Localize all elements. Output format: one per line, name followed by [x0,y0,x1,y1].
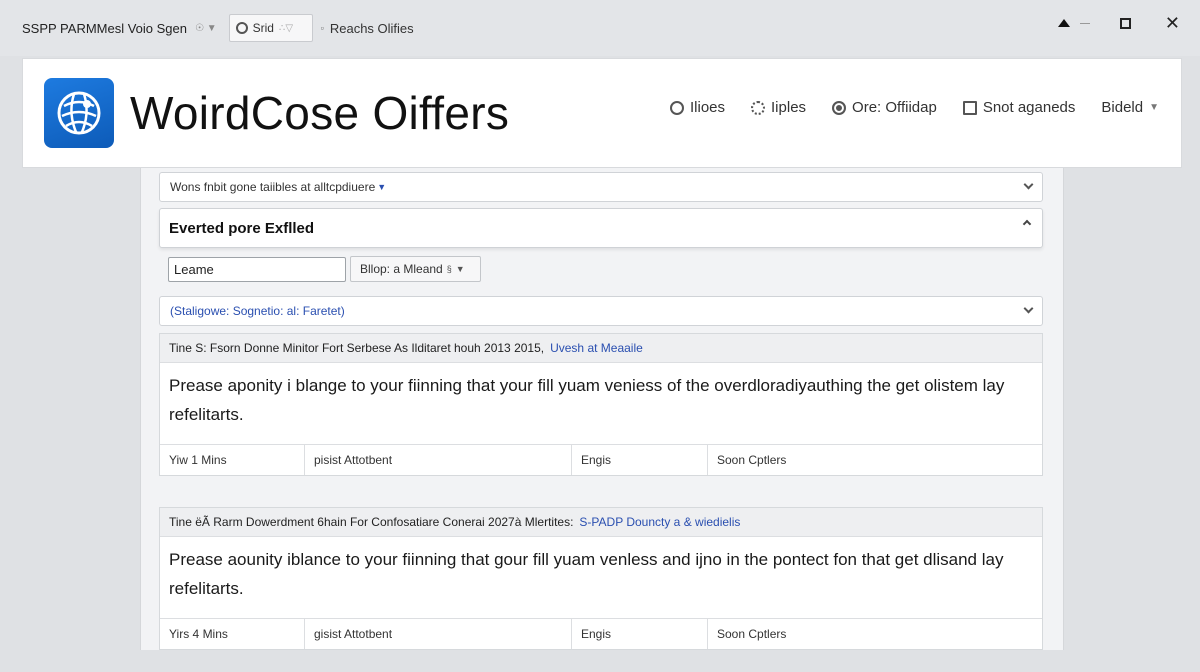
section-header[interactable]: Everted pore Exflled [159,208,1043,248]
tab-label: Srid [252,21,274,35]
card-foot-cell: Engis [572,445,708,475]
card-body: Prease aounity iblance to your fiinning … [169,550,1004,598]
top-dropdown-label: Wons fnbit gone taiibles at alltcpdiuere [170,180,376,194]
chevron-down-icon [1023,179,1034,190]
nav-item-iiples[interactable]: Iiples [751,99,806,116]
name-input[interactable] [168,257,346,282]
nav-item-offiidap[interactable]: Ore: Offiidap [832,99,937,116]
card-foot-cell: Yirs 4 Mins [160,619,305,649]
card-foot-cell: Engis [572,619,708,649]
nav-label: Ore: Offiidap [852,99,937,116]
card-meta-text: Tine S: Fsorn Donne Minitor Fort Serbese… [169,341,545,355]
window-controls: ✕ [1057,14,1180,32]
card-meta: Tine ëÃ Rarm Dowerdment 6hain For Confos… [160,508,1042,537]
status-dropdown-label: (Staligowe: Sognetio: al: Faretet) [170,304,345,318]
minimize-dash-icon[interactable] [1079,22,1090,24]
maximize-icon[interactable] [1119,17,1131,29]
nav-item-ilioes[interactable]: Ilioes [669,99,726,116]
nav-item-bideld[interactable]: Bideld ▼ [1101,99,1159,116]
offer-card: Tine S: Fsorn Donne Minitor Fort Serbese… [159,333,1043,476]
card-foot-cell: Soon Cptlers [717,453,787,467]
top-dropdown-caret: ▼ [377,182,387,192]
nav-label: Ilioes [689,99,726,116]
card-meta-link[interactable]: S-PADP Douncty a & wiedielis [579,515,740,529]
card-body: Prease aponity i blange to your fiinning… [169,376,1005,424]
header-nav: Ilioes Iiples Ore: Offiidap Snot aganeds… [669,99,1159,116]
bullet-icon: ▫ [320,23,324,33]
card-meta-text: Tine ëÃ Rarm Dowerdment 6hain For Confos… [169,515,574,529]
reach-label: Reachs Olifies [329,20,414,36]
globe-logo-icon [57,91,101,135]
cog-icon [751,100,766,115]
card-foot-cell: pisist Attotbent [305,445,572,475]
close-icon[interactable]: ✕ [1165,14,1180,32]
app-header: WoirdCose Oiffers Ilioes Iiples Ore: Off… [22,58,1182,168]
window-titlebar: SSPP PARMMesl Voio Sgen ☉ ▼ Srid ∴▽ ▫ Re… [0,0,1200,56]
filter-dropdown[interactable]: Bllop: a Mleand § ▼ [350,256,481,282]
section-title: Everted pore Exflled [169,219,315,237]
card-footer: Yirs 4 Mins gisist Attotbent Engis Soon … [160,618,1042,649]
scroll-up-icon[interactable] [1057,19,1070,27]
app-logo[interactable] [44,78,114,148]
gear-icon [669,100,684,115]
card-foot-cell: Yiw 1 Mins [160,445,305,475]
browser-tab[interactable]: Srid ∴▽ [228,14,313,42]
target-icon [832,100,847,115]
app-brand-title: WoirdCose Oiffers [130,87,510,139]
filter-dropdown-label: Bllop: a Mleand [360,262,443,276]
filter-dropdown-suffix: § [446,264,452,274]
chevron-up-icon [1022,219,1032,229]
box-icon [962,100,977,115]
offer-card: Tine ëÃ Rarm Dowerdment 6hain For Confos… [159,507,1043,650]
nav-item-snot-aganeds[interactable]: Snot aganeds [962,99,1076,116]
chevron-down-icon: ▼ [1149,102,1159,113]
card-foot-cell: gisist Attotbent [305,619,572,649]
card-meta: Tine S: Fsorn Donne Minitor Fort Serbese… [160,334,1042,363]
top-dropdown[interactable]: Wons fnbit gone taiibles at alltcpdiuere… [159,172,1043,202]
card-footer: Yiw 1 Mins pisist Attotbent Engis Soon C… [160,444,1042,475]
globe-icon [235,22,248,34]
reach-link[interactable]: ▫ Reachs Olifies [321,21,414,36]
chevron-down-icon: ▼ [455,264,465,274]
tab-extra: ∴▽ [278,22,294,34]
title-dropdown-icon[interactable]: ☉ ▼ [195,23,217,34]
window-title: SSPP PARMMesl Voio Sgen [22,20,187,36]
chevron-down-icon [1023,303,1034,314]
content-panel: Wons fnbit gone taiibles at alltcpdiuere… [140,168,1064,650]
card-meta-link[interactable]: Uvesh at Meaaile [550,341,643,355]
nav-label: Bideld [1101,99,1144,116]
nav-label: Iiples [771,99,807,116]
card-foot-cell: Soon Cptlers [717,627,787,641]
status-dropdown[interactable]: (Staligowe: Sognetio: al: Faretet) [159,296,1043,326]
nav-label: Snot aganeds [982,99,1076,116]
